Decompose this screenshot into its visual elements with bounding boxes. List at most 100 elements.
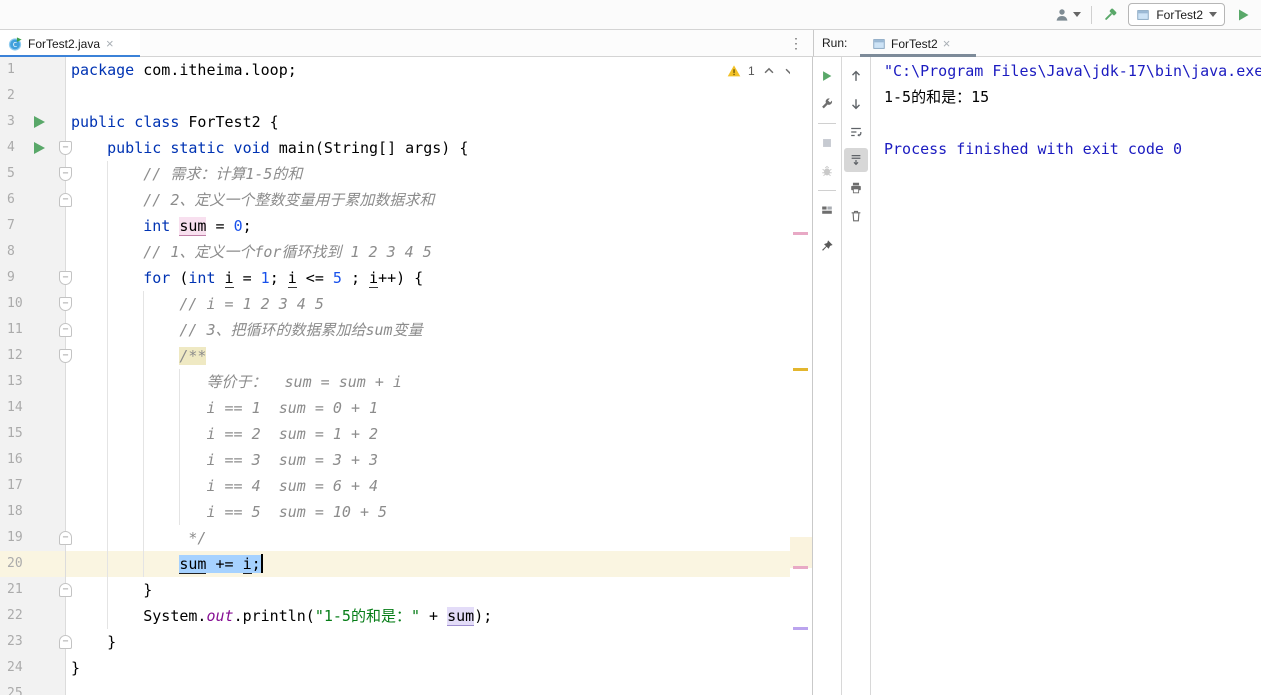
tab-title: ForTest2.java [28,36,101,51]
code-line[interactable]: 7 int sum = 0; [0,213,790,239]
scroll-up-button[interactable] [844,64,868,88]
code-line[interactable]: 6− // 2、定义一个整数变量用于累加数据求和 [0,187,790,213]
line-number[interactable]: 25 [0,681,66,695]
line-number[interactable]: 5 [0,161,66,187]
line-number[interactable]: 19 [0,525,66,551]
line-number[interactable]: 24 [0,655,66,681]
fold-region-end-icon[interactable]: − [59,323,72,337]
restore-layout-button[interactable] [815,198,839,222]
rerun-button[interactable] [815,64,839,88]
line-number[interactable]: 15 [0,421,66,447]
code-editor[interactable]: 1 package com.itheima.loop; 2 3 public class… [0,57,813,695]
code-line[interactable]: 8 // 1、定义一个for循环找到 1 2 3 4 5 [0,239,790,265]
user-menu-button[interactable] [1054,7,1082,23]
run-button[interactable] [1235,7,1251,23]
fold-region-start-icon[interactable]: − [59,141,72,155]
code-text: i == 5 sum = 10 + 5 [206,503,388,521]
intention-bulb-icon[interactable] [79,556,92,573]
run-configuration-select[interactable]: ForTest2 [1128,3,1225,26]
stripe-marker[interactable] [793,627,808,630]
edit-configuration-wrench-button[interactable] [815,92,839,116]
error-stripe[interactable] [790,57,812,695]
fold-region-end-icon[interactable]: − [59,531,72,545]
pin-tab-button[interactable] [815,234,839,258]
line-number[interactable]: 14 [0,395,66,421]
code-line[interactable]: 18 i == 5 sum = 10 + 5 [0,499,790,525]
stripe-marker[interactable] [793,368,808,371]
code-text: public static void main(String[] args) { [107,139,469,157]
tab-options-kebab-icon[interactable]: ⋮ [789,35,803,52]
text-caret [260,554,263,573]
stripe-marker[interactable] [793,232,808,235]
code-line[interactable]: 25 [0,681,790,695]
stop-button-disabled[interactable] [815,131,839,155]
code-line[interactable]: 14 i == 1 sum = 0 + 1 [0,395,790,421]
code-line[interactable]: 2 [0,83,790,109]
line-number[interactable]: 6 [0,187,66,213]
line-number[interactable]: 22 [0,603,66,629]
line-number[interactable]: 17 [0,473,66,499]
code-line[interactable]: 10− // i = 1 2 3 4 5 [0,291,790,317]
code-text: int sum = 0; [143,217,252,236]
code-line[interactable]: 5− // 需求：计算1-5的和 [0,161,790,187]
prev-problem-chevron-up-icon[interactable] [762,64,776,78]
code-line[interactable]: 15 i == 2 sum = 1 + 2 [0,421,790,447]
code-line[interactable]: 20 sum += i; [0,551,790,577]
tab-fortest2-java[interactable]: C ForTest2.java × [0,30,140,58]
line-number[interactable]: 16 [0,447,66,473]
code-line[interactable]: 9− for (int i = 1; i <= 5 ; i++) { [0,265,790,291]
line-number[interactable]: 23 [0,629,66,655]
line-number[interactable]: 7 [0,213,66,239]
fold-region-start-icon[interactable]: − [59,271,72,285]
code-line[interactable]: 13 等价于： sum = sum + i [0,369,790,395]
restart-debug-button-disabled[interactable] [815,159,839,183]
line-number[interactable]: 9 [0,265,66,291]
code-line[interactable]: 11− // 3、把循环的数据累加给sum变量 [0,317,790,343]
fold-region-start-icon[interactable]: − [59,349,72,363]
line-number[interactable]: 1 [0,57,66,83]
code-line[interactable]: 3 public class ForTest2 { [0,109,790,135]
run-tab-fortest2[interactable]: ForTest2 × [864,30,958,57]
run-line-icon[interactable] [34,142,45,154]
indent-guide [107,161,108,629]
line-number[interactable]: 12 [0,343,66,369]
scroll-to-end-button-active[interactable] [844,148,868,172]
build-hammer-button[interactable] [1102,7,1118,23]
fold-region-end-icon[interactable]: − [59,635,72,649]
line-number[interactable]: 8 [0,239,66,265]
line-number[interactable]: 10 [0,291,66,317]
stripe-marker[interactable] [793,566,808,569]
line-number[interactable]: 20 [0,551,66,577]
fold-region-start-icon[interactable]: − [59,297,72,311]
soft-wrap-button[interactable] [844,120,868,144]
fold-region-end-icon[interactable]: − [59,193,72,207]
line-number[interactable]: 18 [0,499,66,525]
inspections-widget[interactable]: 1 [727,64,797,78]
line-number[interactable]: 11 [0,317,66,343]
line-number[interactable]: 3 [0,109,66,135]
code-line[interactable]: 4− public static void main(String[] args… [0,135,790,161]
close-icon[interactable]: × [106,37,114,50]
code-line[interactable]: 17 i == 4 sum = 6 + 4 [0,473,790,499]
code-line[interactable]: 21− } [0,577,790,603]
code-line[interactable]: 16 i == 3 sum = 3 + 3 [0,447,790,473]
line-number[interactable]: 13 [0,369,66,395]
scroll-down-button[interactable] [844,92,868,116]
code-line[interactable]: 22 System.out.println("1-5的和是：" + sum); [0,603,790,629]
fold-region-end-icon[interactable]: − [59,583,72,597]
run-line-icon[interactable] [34,116,45,128]
close-icon[interactable]: × [943,37,951,50]
java-class-icon: C [8,36,22,51]
code-line[interactable]: 1 package com.itheima.loop; [0,57,790,83]
clear-all-trash-button[interactable] [844,204,868,228]
code-line[interactable]: 12− /** [0,343,790,369]
code-line[interactable]: 19− */ [0,525,790,551]
run-console-output[interactable]: "C:\Program Files\Java\jdk-17\bin\java.e… [871,57,1261,695]
line-number[interactable]: 21 [0,577,66,603]
line-number[interactable]: 4 [0,135,66,161]
print-button[interactable] [844,176,868,200]
code-line[interactable]: 24} [0,655,790,681]
fold-region-start-icon[interactable]: − [59,167,72,181]
line-number[interactable]: 2 [0,83,66,109]
code-line[interactable]: 23− } [0,629,790,655]
